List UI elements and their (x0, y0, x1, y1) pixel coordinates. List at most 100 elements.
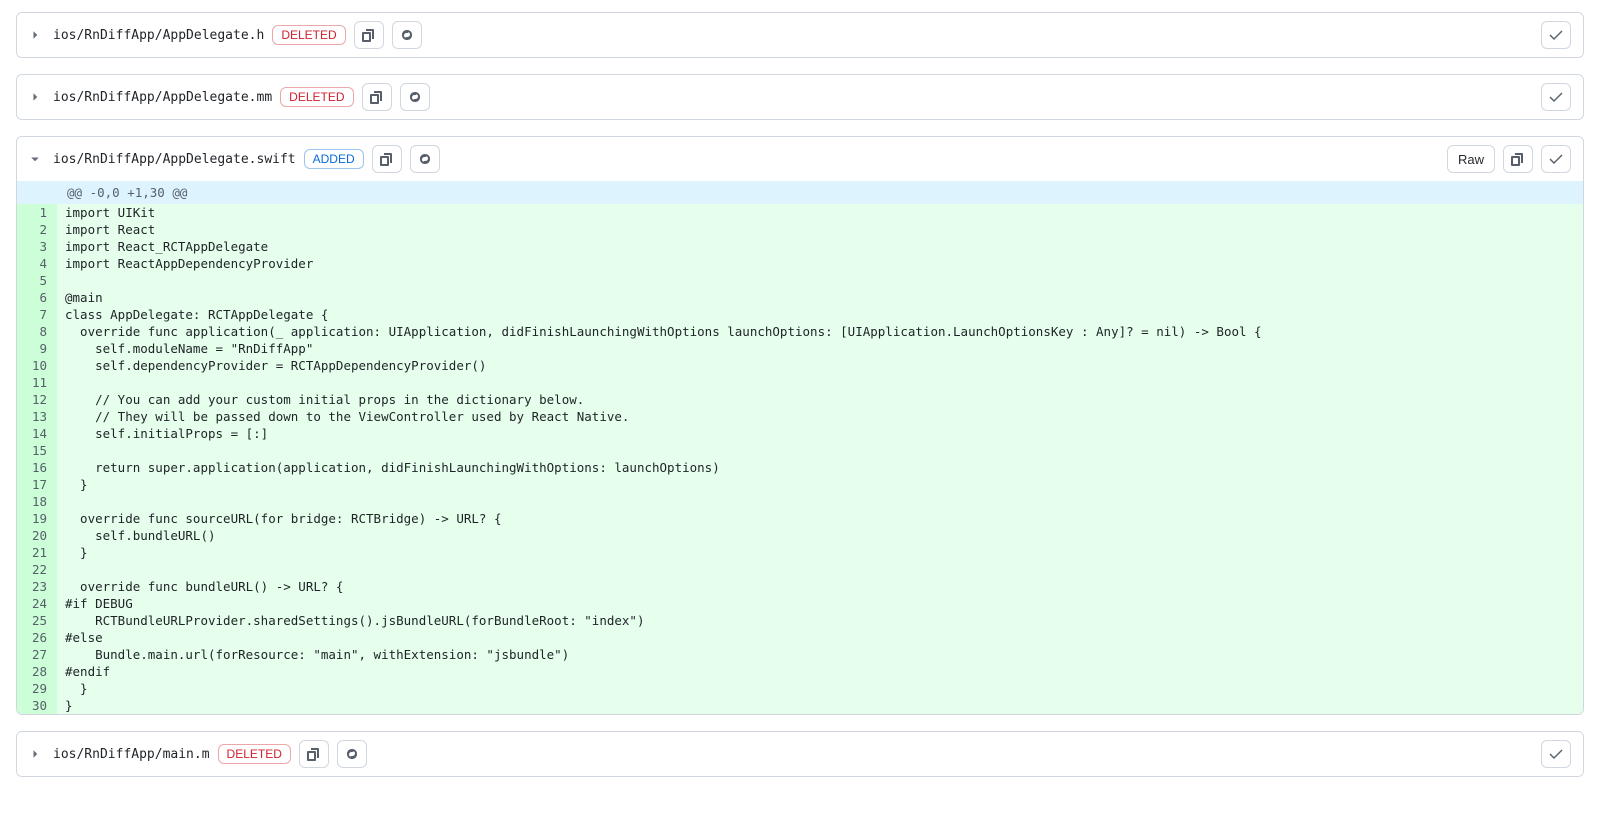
chevron-right-icon[interactable] (29, 91, 45, 103)
mark-viewed-button[interactable] (1541, 21, 1571, 49)
line-number[interactable]: 9 (17, 340, 57, 357)
diff-line[interactable]: 7class AppDelegate: RCTAppDelegate { (17, 306, 1583, 323)
diff-line[interactable]: 2import React (17, 221, 1583, 238)
line-number[interactable]: 3 (17, 238, 57, 255)
chevron-down-icon[interactable] (29, 153, 45, 165)
mark-viewed-button[interactable] (1541, 83, 1571, 111)
diff-line[interactable]: 15 (17, 442, 1583, 459)
line-number[interactable]: 23 (17, 578, 57, 595)
line-number[interactable]: 30 (17, 697, 57, 714)
line-number[interactable]: 15 (17, 442, 57, 459)
copy-path-button[interactable] (354, 21, 384, 49)
line-number[interactable]: 20 (17, 527, 57, 544)
raw-button[interactable]: Raw (1447, 145, 1495, 173)
diff-line[interactable]: 11 (17, 374, 1583, 391)
code-content: // They will be passed down to the ViewC… (57, 408, 1583, 425)
diff-line[interactable]: 30} (17, 697, 1583, 714)
permalink-button[interactable] (400, 83, 430, 111)
diff-line[interactable]: 20 self.bundleURL() (17, 527, 1583, 544)
line-number[interactable]: 14 (17, 425, 57, 442)
code-content: return super.application(application, di… (57, 459, 1583, 476)
line-number[interactable]: 13 (17, 408, 57, 425)
diff-line[interactable]: 25 RCTBundleURLProvider.sharedSettings()… (17, 612, 1583, 629)
diff-line[interactable]: 8 override func application(_ applicatio… (17, 323, 1583, 340)
diff-line[interactable]: 18 (17, 493, 1583, 510)
diff-line[interactable]: 23 override func bundleURL() -> URL? { (17, 578, 1583, 595)
file-path[interactable]: ios/RnDiffApp/AppDelegate.mm (53, 90, 272, 105)
code-content: import React (57, 221, 1583, 238)
diff-line[interactable]: 6@main (17, 289, 1583, 306)
file-header: ios/RnDiffApp/main.mDELETED (17, 732, 1583, 776)
diff-line[interactable]: 24#if DEBUG (17, 595, 1583, 612)
line-number[interactable]: 12 (17, 391, 57, 408)
line-number[interactable]: 29 (17, 680, 57, 697)
diff-line[interactable]: 17 } (17, 476, 1583, 493)
line-number[interactable]: 25 (17, 612, 57, 629)
diff-line[interactable]: 21 } (17, 544, 1583, 561)
copy-path-button[interactable] (299, 740, 329, 768)
diff-hunk-header: @@ -0,0 +1,30 @@ (17, 181, 1583, 204)
diff-line[interactable]: 28#endif (17, 663, 1583, 680)
diff-line[interactable]: 5 (17, 272, 1583, 289)
line-number[interactable]: 1 (17, 204, 57, 221)
chevron-right-icon[interactable] (29, 748, 45, 760)
diff-line[interactable]: 22 (17, 561, 1583, 578)
line-number[interactable]: 17 (17, 476, 57, 493)
copy-path-button[interactable] (372, 145, 402, 173)
line-number[interactable]: 21 (17, 544, 57, 561)
code-content: self.moduleName = "RnDiffApp" (57, 340, 1583, 357)
line-number[interactable]: 24 (17, 595, 57, 612)
line-number[interactable]: 22 (17, 561, 57, 578)
line-number[interactable]: 19 (17, 510, 57, 527)
line-number[interactable]: 6 (17, 289, 57, 306)
copy-raw-button[interactable] (1503, 145, 1533, 173)
diff-line[interactable]: 12 // You can add your custom initial pr… (17, 391, 1583, 408)
file-diff-box: ios/RnDiffApp/AppDelegate.mmDELETED (16, 74, 1584, 120)
file-path[interactable]: ios/RnDiffApp/AppDelegate.h (53, 28, 264, 43)
diff-line[interactable]: 27 Bundle.main.url(forResource: "main", … (17, 646, 1583, 663)
diff-line[interactable]: 14 self.initialProps = [:] (17, 425, 1583, 442)
diff-line[interactable]: 10 self.dependencyProvider = RCTAppDepen… (17, 357, 1583, 374)
file-path[interactable]: ios/RnDiffApp/main.m (53, 747, 210, 762)
diff-line[interactable]: 4import ReactAppDependencyProvider (17, 255, 1583, 272)
line-number[interactable]: 16 (17, 459, 57, 476)
diff-line[interactable]: 29 } (17, 680, 1583, 697)
file-header: ios/RnDiffApp/AppDelegate.swiftADDEDRaw (17, 137, 1583, 181)
diff-line[interactable]: 26#else (17, 629, 1583, 646)
line-number[interactable]: 4 (17, 255, 57, 272)
diff-line[interactable]: 13 // They will be passed down to the Vi… (17, 408, 1583, 425)
diff-line[interactable]: 16 return super.application(application,… (17, 459, 1583, 476)
check-icon (1548, 746, 1564, 762)
code-content (57, 272, 1583, 289)
diff-line[interactable]: 19 override func sourceURL(for bridge: R… (17, 510, 1583, 527)
file-diff-box: ios/RnDiffApp/AppDelegate.hDELETED (16, 12, 1584, 58)
permalink-button[interactable] (337, 740, 367, 768)
line-number[interactable]: 10 (17, 357, 57, 374)
line-number[interactable]: 18 (17, 493, 57, 510)
line-number[interactable]: 11 (17, 374, 57, 391)
diff-line[interactable]: 1import UIKit (17, 204, 1583, 221)
diff-line[interactable]: 3import React_RCTAppDelegate (17, 238, 1583, 255)
copy-path-button[interactable] (362, 83, 392, 111)
code-content: override func sourceURL(for bridge: RCTB… (57, 510, 1583, 527)
line-number[interactable]: 2 (17, 221, 57, 238)
line-number[interactable]: 27 (17, 646, 57, 663)
diff-line[interactable]: 9 self.moduleName = "RnDiffApp" (17, 340, 1583, 357)
code-content: #else (57, 629, 1583, 646)
code-content: } (57, 697, 1583, 714)
chevron-right-icon[interactable] (29, 29, 45, 41)
line-number[interactable]: 28 (17, 663, 57, 680)
line-number[interactable]: 7 (17, 306, 57, 323)
link-icon (417, 151, 433, 167)
line-number[interactable]: 26 (17, 629, 57, 646)
link-icon (399, 27, 415, 43)
check-icon (1548, 89, 1564, 105)
line-number[interactable]: 5 (17, 272, 57, 289)
mark-viewed-button[interactable] (1541, 740, 1571, 768)
mark-viewed-button[interactable] (1541, 145, 1571, 173)
line-number[interactable]: 8 (17, 323, 57, 340)
permalink-button[interactable] (392, 21, 422, 49)
permalink-button[interactable] (410, 145, 440, 173)
file-path[interactable]: ios/RnDiffApp/AppDelegate.swift (53, 152, 296, 167)
file-header: ios/RnDiffApp/AppDelegate.mmDELETED (17, 75, 1583, 119)
